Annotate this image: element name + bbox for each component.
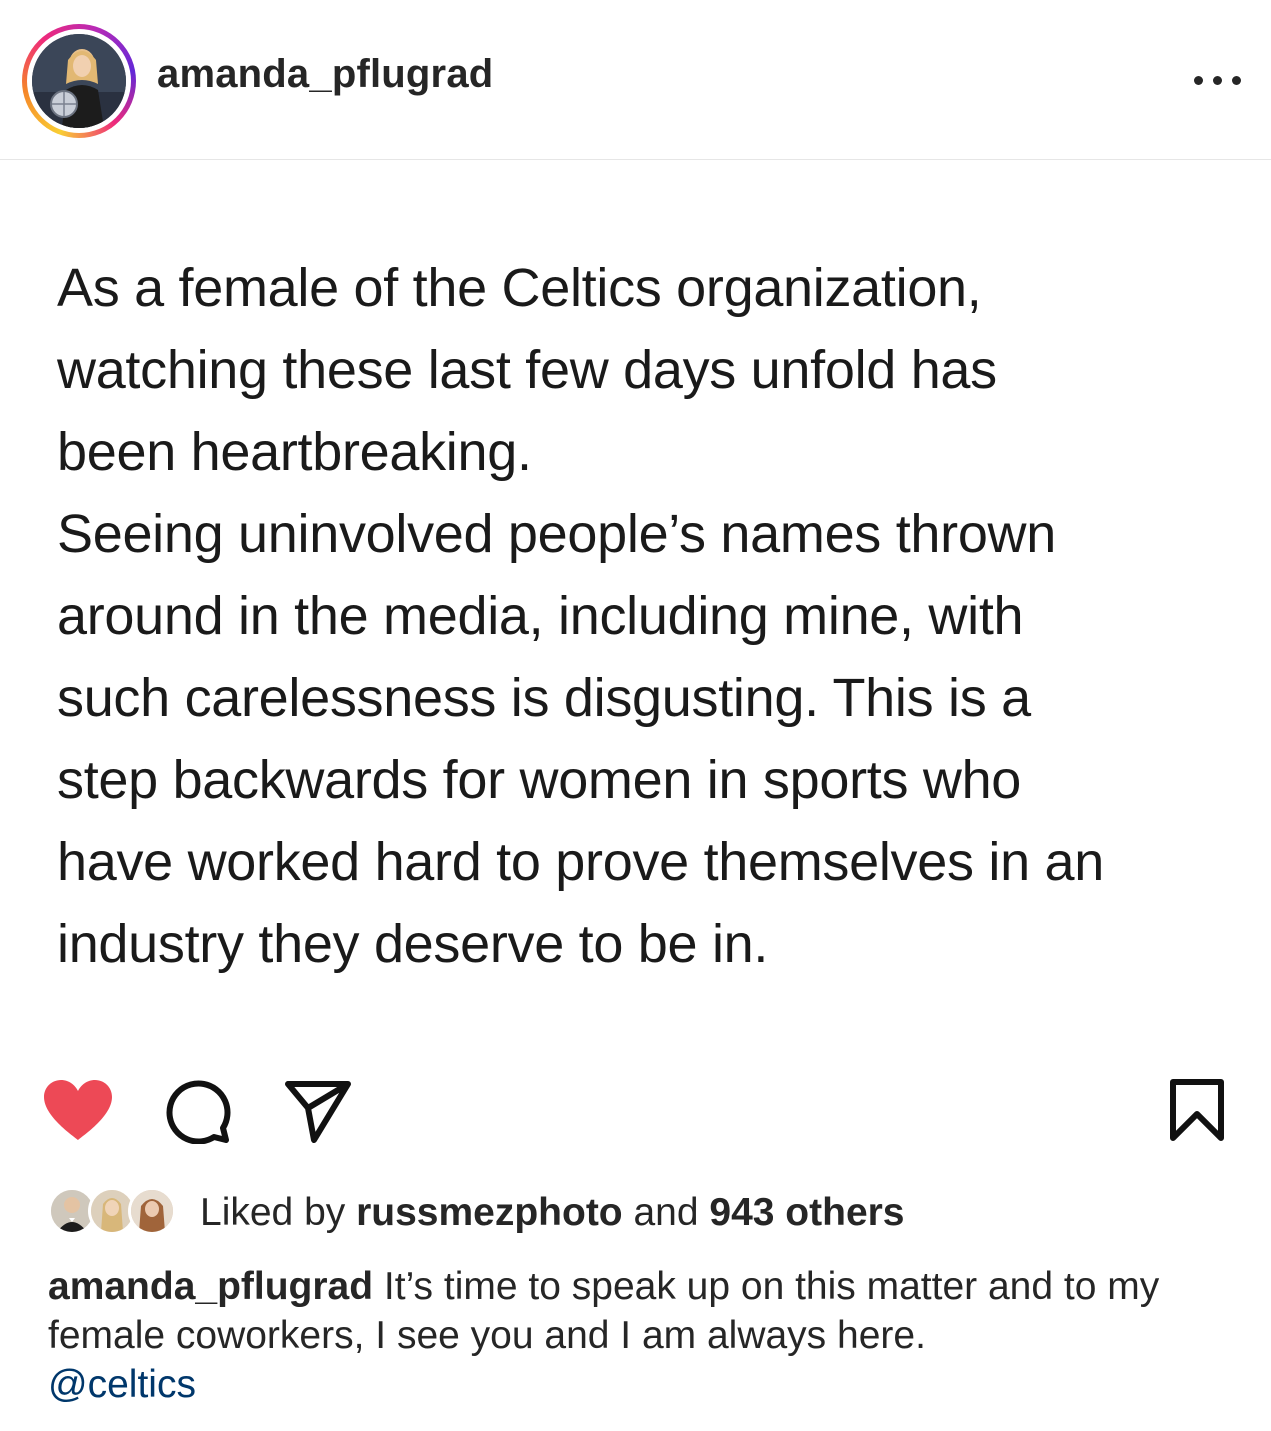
liker-photo-icon: [131, 1190, 173, 1232]
likes-summary[interactable]: Liked by russmezphoto and 943 others: [48, 1183, 1228, 1243]
likes-prefix: Liked by: [200, 1191, 346, 1234]
more-options-button[interactable]: [1190, 66, 1246, 94]
likes-joiner: and: [633, 1191, 699, 1234]
heart-filled-icon[interactable]: [42, 1078, 114, 1142]
likes-count-link[interactable]: 943 others: [709, 1191, 904, 1234]
comment-icon[interactable]: [164, 1078, 232, 1144]
caption-username-link[interactable]: amanda_pflugrad: [48, 1265, 373, 1308]
more-dot-icon: [1213, 76, 1222, 85]
more-dot-icon: [1232, 76, 1241, 85]
action-bar: [0, 1060, 1271, 1170]
liker-username-link[interactable]: russmezphoto: [356, 1191, 623, 1234]
liker-photo-icon: [91, 1190, 133, 1232]
liker-avatar: [128, 1187, 176, 1235]
profile-avatar[interactable]: [32, 34, 126, 128]
bookmark-icon[interactable]: [1168, 1078, 1226, 1142]
avatar-ring-gap: [27, 29, 131, 133]
likes-text: Liked by russmezphoto and 943 others: [200, 1187, 905, 1239]
more-dot-icon: [1194, 76, 1203, 85]
header-username[interactable]: amanda_pflugrad: [157, 52, 493, 97]
avatar-photo-icon: [32, 34, 126, 128]
caption-mention-link[interactable]: @celtics: [48, 1363, 196, 1406]
post-image[interactable]: As a female of the Celtics organization,…: [0, 161, 1271, 1041]
post-header: amanda_pflugrad: [0, 0, 1271, 160]
send-icon[interactable]: [284, 1078, 352, 1144]
liker-photo-icon: [51, 1190, 93, 1232]
profile-story-ring[interactable]: [22, 24, 136, 138]
post-caption: amanda_pflugrad It’s time to speak up on…: [48, 1262, 1238, 1409]
post-image-text: As a female of the Celtics organization,…: [57, 258, 1104, 974]
